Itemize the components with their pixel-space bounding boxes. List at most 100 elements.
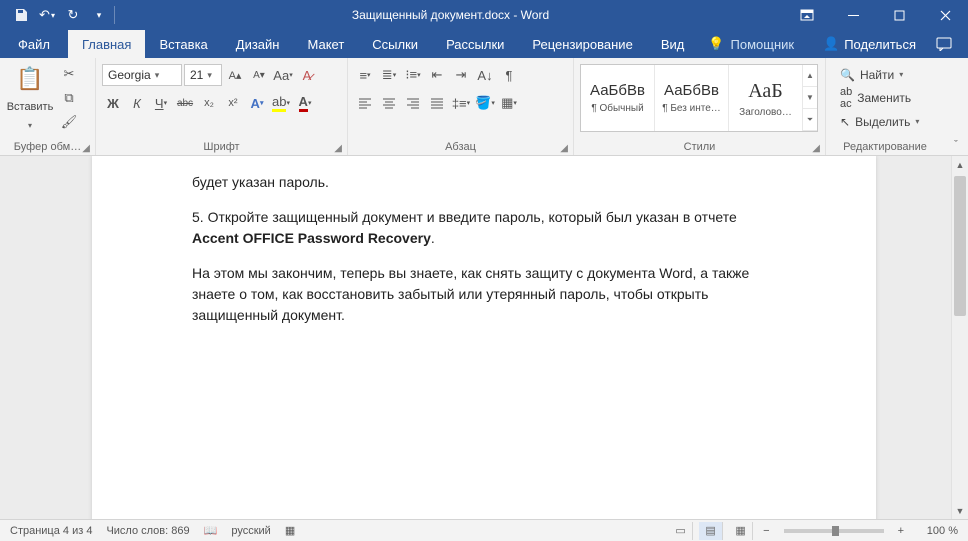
tab-view[interactable]: Вид [647, 30, 699, 58]
copy-icon[interactable]: ⧉ [58, 88, 80, 108]
numbering-icon[interactable]: ≣▾ [378, 64, 400, 86]
zoom-slider[interactable] [784, 529, 884, 533]
paste-button[interactable]: 📋 Вставить ▾ [4, 62, 56, 134]
tab-file[interactable]: Файл [0, 30, 68, 58]
underline-button[interactable]: Ч▾ [150, 92, 172, 114]
font-size-select[interactable]: 21▾ [184, 64, 222, 86]
cut-icon[interactable]: ✂ [58, 64, 80, 84]
align-center-icon[interactable] [378, 92, 400, 114]
quick-access-toolbar: ↶▾ ↻ ▾ [0, 2, 117, 28]
tab-mailings[interactable]: Рассылки [432, 30, 518, 58]
zoom-level[interactable]: 100 % [914, 525, 958, 537]
doc-line: будет указан пароль. [192, 172, 776, 193]
text-effects-icon[interactable]: A▾ [246, 92, 268, 114]
scrollbar-thumb[interactable] [954, 176, 966, 316]
sort-icon[interactable]: A↓ [474, 64, 496, 86]
undo-icon[interactable]: ↶▾ [34, 2, 60, 28]
clipboard-icon: 📋 [16, 66, 43, 92]
zoom-in-icon[interactable]: + [894, 525, 908, 537]
font-color-icon[interactable]: A▾ [294, 92, 316, 114]
text-run: 5. Откройте защищенный документ и введит… [192, 209, 737, 225]
tab-design[interactable]: Дизайн [222, 30, 294, 58]
doc-paragraph: 5. Откройте защищенный документ и введит… [192, 207, 776, 249]
word-count[interactable]: Число слов: 869 [106, 525, 189, 537]
select-button[interactable]: ↖ Выделить ▾ [834, 111, 925, 132]
style-normal[interactable]: АаБбВв ¶ Обычный [581, 65, 655, 131]
change-case-icon[interactable]: Aa▾ [272, 64, 294, 86]
zoom-out-icon[interactable]: − [759, 525, 773, 537]
minimize-icon[interactable] [830, 0, 876, 30]
save-icon[interactable] [8, 2, 34, 28]
subscript-button[interactable]: x₂ [198, 92, 220, 114]
ribbon-options-icon[interactable] [784, 0, 830, 30]
tab-insert[interactable]: Вставка [145, 30, 221, 58]
bullets-icon[interactable]: ≡▾ [354, 64, 376, 86]
redo-icon[interactable]: ↻ [60, 2, 86, 28]
superscript-button[interactable]: x² [222, 92, 244, 114]
web-layout-icon[interactable]: ▦ [729, 522, 753, 540]
comments-icon[interactable] [930, 37, 958, 51]
style-heading[interactable]: АаБ Заголово… [729, 65, 803, 131]
justify-icon[interactable] [426, 92, 448, 114]
language-indicator[interactable]: русский [231, 525, 270, 537]
close-icon[interactable] [922, 0, 968, 30]
chevron-down-icon: ▾ [899, 70, 903, 79]
multilevel-list-icon[interactable]: ⁝≡▾ [402, 64, 424, 86]
macros-icon[interactable]: ▦ [285, 524, 295, 537]
styles-gallery[interactable]: АаБбВв ¶ Обычный АаБбВв ¶ Без инте… АаБ … [580, 64, 818, 132]
tab-layout[interactable]: Макет [293, 30, 358, 58]
tell-me-label: Помощник [731, 37, 795, 52]
style-name: ¶ Обычный [591, 103, 643, 114]
text-bold: Accent OFFICE Password Recovery [192, 230, 431, 246]
read-mode-icon[interactable]: ▭ [669, 522, 693, 540]
font-name-select[interactable]: Georgia▾ [102, 64, 182, 86]
increase-indent-icon[interactable]: ⇥ [450, 64, 472, 86]
collapse-ribbon-icon[interactable]: ˇ [954, 139, 958, 151]
find-button[interactable]: 🔍 Найти ▾ [834, 64, 925, 85]
styles-expand-icon[interactable]: ⏷ [803, 109, 817, 131]
replace-button[interactable]: abac Заменить [834, 87, 925, 109]
scroll-down-icon[interactable]: ▼ [952, 502, 968, 519]
borders-icon[interactable]: ▦▾ [498, 92, 520, 114]
print-layout-icon[interactable]: ▤ [699, 522, 723, 540]
maximize-icon[interactable] [876, 0, 922, 30]
doc-paragraph: На этом мы закончим, теперь вы знаете, к… [192, 263, 776, 326]
bold-button[interactable]: Ж [102, 92, 124, 114]
show-marks-icon[interactable]: ¶ [498, 64, 520, 86]
align-left-icon[interactable] [354, 92, 376, 114]
tell-me[interactable]: 💡 Помощник [698, 30, 804, 58]
dialog-launcher-icon[interactable]: ◢ [812, 143, 820, 154]
italic-button[interactable]: К [126, 92, 148, 114]
shading-icon[interactable]: 🪣▾ [474, 92, 496, 114]
zoom-thumb[interactable] [832, 526, 839, 536]
line-spacing-icon[interactable]: ‡≡▾ [450, 92, 472, 114]
scroll-down-icon[interactable]: ▼ [803, 87, 817, 109]
dialog-launcher-icon[interactable]: ◢ [560, 143, 568, 154]
share-button[interactable]: 👤 Поделиться [815, 36, 924, 52]
clear-formatting-icon[interactable]: A̷ [296, 64, 318, 86]
strikethrough-button[interactable]: abc [174, 92, 196, 114]
chevron-down-icon: ▾ [915, 117, 919, 126]
qat-customize-icon[interactable]: ▾ [86, 2, 112, 28]
decrease-indent-icon[interactable]: ⇤ [426, 64, 448, 86]
shrink-font-icon[interactable]: A▾ [248, 64, 270, 86]
page-indicator[interactable]: Страница 4 из 4 [10, 525, 92, 537]
align-right-icon[interactable] [402, 92, 424, 114]
spellcheck-icon[interactable]: 📖 [204, 524, 218, 537]
find-label: Найти [860, 68, 894, 82]
group-styles-label: Стили [684, 141, 716, 153]
dialog-launcher-icon[interactable]: ◢ [82, 143, 90, 154]
scroll-up-icon[interactable]: ▲ [803, 65, 817, 87]
group-font: Georgia▾ 21▾ A▴ A▾ Aa▾ A̷ Ж К Ч▾ abc x₂ … [96, 58, 348, 155]
scroll-up-icon[interactable]: ▲ [952, 156, 968, 173]
grow-font-icon[interactable]: A▴ [224, 64, 246, 86]
tab-home[interactable]: Главная [68, 30, 145, 58]
format-painter-icon[interactable]: 🖌 [58, 112, 80, 132]
vertical-scrollbar[interactable]: ▲ ▼ [951, 156, 968, 519]
tab-review[interactable]: Рецензирование [518, 30, 646, 58]
tab-references[interactable]: Ссылки [358, 30, 432, 58]
dialog-launcher-icon[interactable]: ◢ [334, 143, 342, 154]
document-area[interactable]: будет указан пароль. 5. Откройте защищен… [0, 156, 968, 519]
highlight-icon[interactable]: ab▾ [270, 92, 292, 114]
style-no-spacing[interactable]: АаБбВв ¶ Без инте… [655, 65, 729, 131]
